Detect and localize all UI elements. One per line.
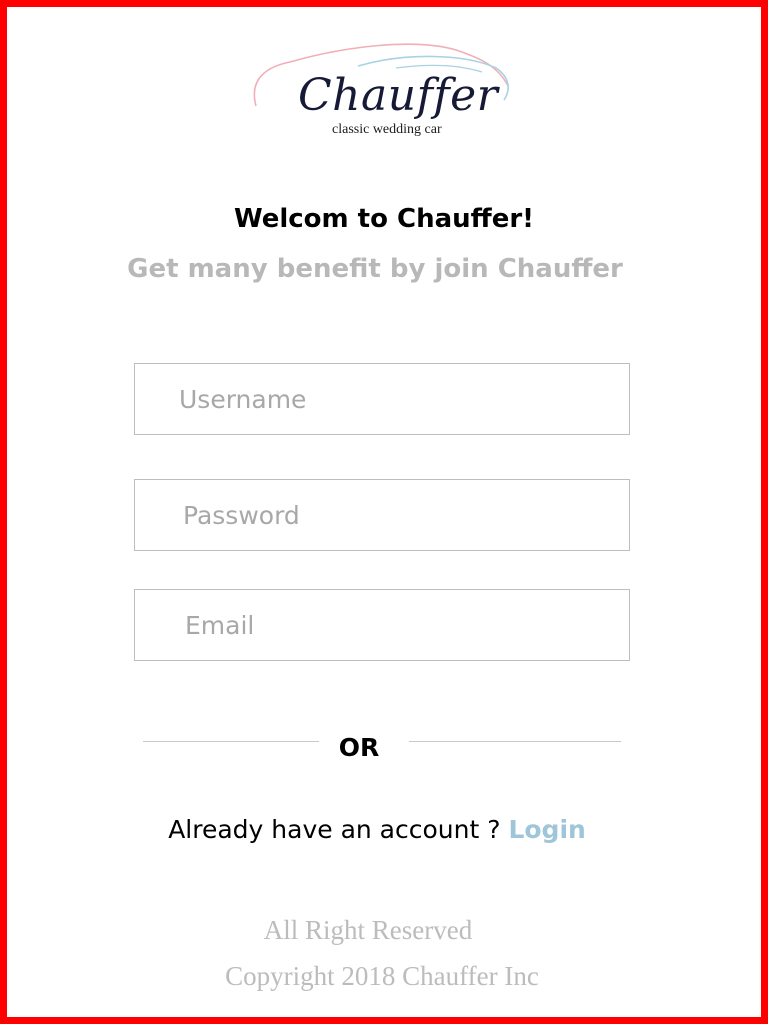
email-input[interactable] (183, 590, 619, 660)
login-link[interactable]: Login (508, 815, 585, 844)
chauffer-logo: Chauffer classic wedding car (246, 36, 516, 146)
footer-rights: All Right Reserved (263, 915, 473, 945)
email-field[interactable] (134, 589, 630, 661)
divider-right (409, 741, 621, 742)
login-prompt: Already have an account ? Login (0, 815, 754, 844)
logo-tagline: classic wedding car (332, 122, 442, 137)
username-field[interactable] (134, 363, 630, 435)
logo-wordmark: Chauffer (298, 70, 499, 121)
password-input[interactable] (181, 480, 619, 550)
username-input[interactable] (177, 364, 619, 434)
login-prompt-text: Already have an account ? (168, 815, 509, 844)
welcome-title: Welcom to Chauffer! (233, 204, 535, 234)
welcome-subtitle: Get many benefit by join Chauffer (127, 254, 623, 284)
footer-copyright: Copyright 2018 Chauffer Inc (225, 961, 539, 991)
divider-left (143, 741, 319, 742)
password-field[interactable] (134, 479, 630, 551)
or-divider-label: OR (338, 733, 380, 762)
